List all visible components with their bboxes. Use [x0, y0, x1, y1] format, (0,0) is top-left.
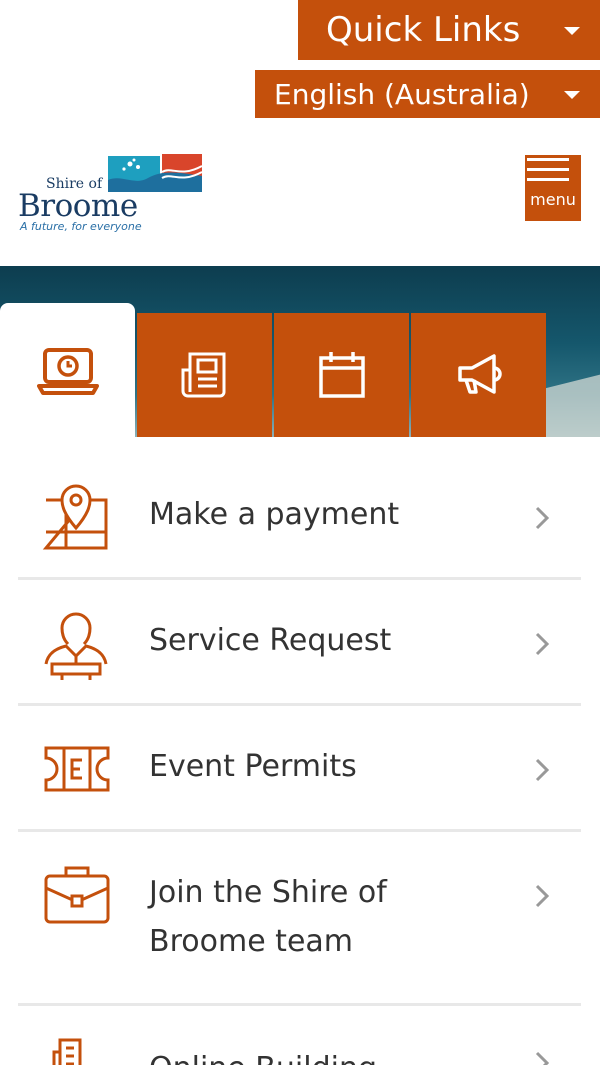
language-selector[interactable]: English (Australia) [255, 70, 600, 118]
list-item-label-line-2: Broome team [149, 924, 354, 959]
language-label: English (Australia) [274, 77, 530, 111]
chevron-right-icon [535, 758, 550, 782]
list-item-label: Service Request [149, 623, 392, 658]
hamburger-bar [527, 158, 569, 161]
list-item-make-a-payment[interactable]: Make a payment [18, 452, 581, 580]
briefcase-icon [44, 866, 110, 924]
laptop-clock-icon [36, 347, 99, 395]
caret-down-icon [564, 91, 580, 99]
map-pin-icon [42, 484, 108, 550]
logo-text-broome: Broome [18, 188, 138, 224]
list-item-label-line-1: Join the Shire of [149, 875, 387, 910]
caret-down-icon [564, 27, 580, 35]
chevron-right-icon [535, 1051, 550, 1065]
tab-news[interactable] [137, 313, 272, 437]
shire-of-broome-logo[interactable]: Shire of Broome A future, for everyone [18, 152, 208, 238]
chevron-right-icon [535, 884, 550, 908]
list-item-event-permits[interactable]: Event Permits [18, 706, 581, 832]
list-item-label: Online Building [149, 1044, 377, 1065]
quick-links-button[interactable]: Quick Links [298, 0, 600, 60]
ticket-icon [44, 746, 110, 792]
hamburger-bar [527, 168, 569, 171]
menu-label: menu [530, 190, 576, 209]
list-item-label: Make a payment [149, 497, 400, 532]
newspaper-icon [181, 352, 225, 398]
megaphone-icon [457, 354, 502, 394]
quick-links-label: Quick Links [326, 10, 521, 50]
person-podium-icon [44, 612, 108, 680]
tab-notices[interactable] [411, 313, 546, 437]
chevron-right-icon [535, 632, 550, 656]
menu-button[interactable]: menu [525, 155, 581, 221]
building-icon [52, 1038, 82, 1065]
list-item-join-the-team[interactable]: Join the Shire of Broome team [18, 832, 581, 1006]
logo-tagline: A future, for everyone [20, 220, 142, 233]
list-item-label: Event Permits [149, 749, 357, 784]
list-item-online-building[interactable]: Online Building [18, 1006, 581, 1065]
chevron-right-icon [535, 506, 550, 530]
tab-online-services[interactable] [0, 303, 135, 438]
calendar-icon [318, 352, 365, 398]
list-item-service-request[interactable]: Service Request [18, 580, 581, 706]
hamburger-bar [527, 178, 569, 181]
tab-events[interactable] [274, 313, 409, 437]
